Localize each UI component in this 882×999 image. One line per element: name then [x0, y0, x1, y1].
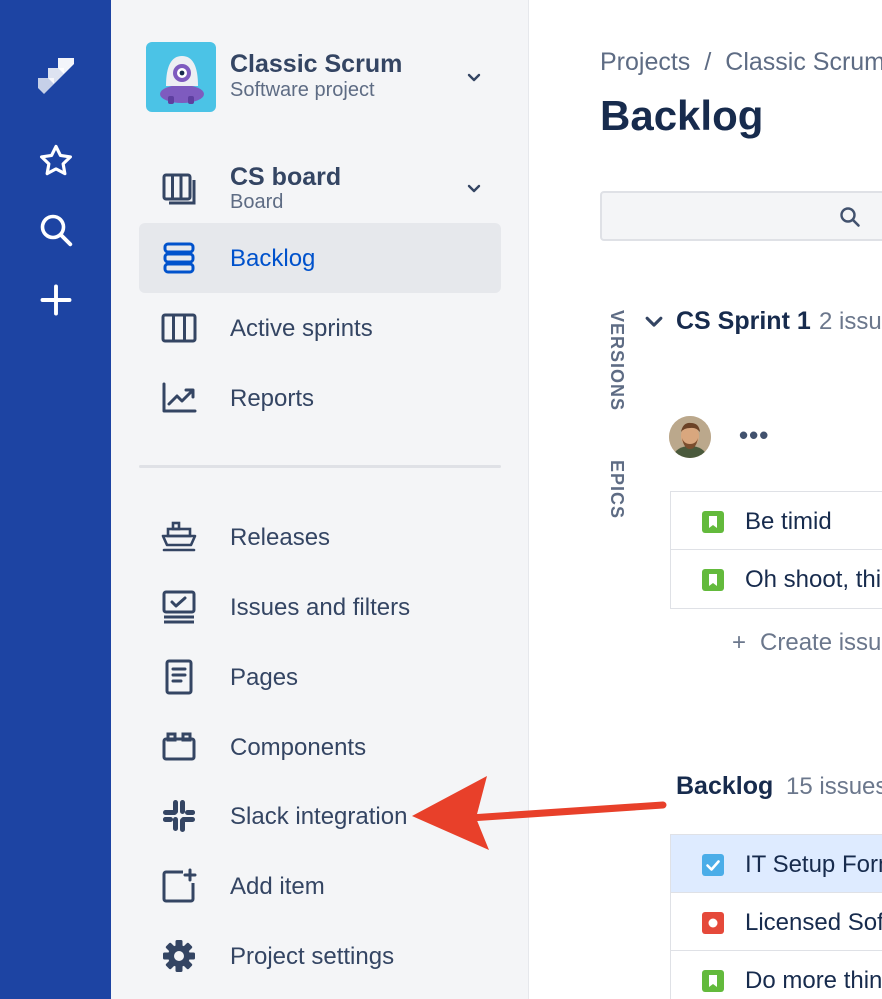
- add-item-icon: [161, 868, 197, 904]
- search-icon: [838, 205, 862, 229]
- page-title: Backlog: [600, 92, 764, 139]
- sidebar-item-label: Project settings: [230, 943, 395, 970]
- sprint-issue-count: 2 issu: [819, 308, 882, 335]
- project-avatar[interactable]: [146, 42, 216, 112]
- create-issue-label: Create issu: [760, 629, 882, 656]
- sidebar-item-label: Slack integration: [230, 803, 408, 830]
- sidebar-item-project-settings[interactable]: Project settings: [139, 921, 501, 991]
- sidebar-item-add-item[interactable]: Add item: [139, 851, 501, 921]
- search-icon[interactable]: [28, 202, 84, 258]
- sidebar-item-label: Issues and filters: [230, 594, 411, 621]
- sidebar-item-label: Reports: [230, 385, 315, 412]
- components-icon: [161, 729, 197, 765]
- table-row[interactable]: Licensed Sof: [671, 893, 882, 951]
- breadcrumb-projects[interactable]: Projects: [600, 48, 690, 76]
- table-row[interactable]: Oh shoot, thi: [671, 550, 882, 608]
- tab-versions[interactable]: VERSIONS: [606, 310, 627, 411]
- reports-icon: [161, 380, 197, 416]
- table-row[interactable]: Do more thin: [671, 951, 882, 999]
- search-input[interactable]: [600, 191, 882, 241]
- backlog-issue-list: IT Setup Form Licensed Sof Do more thin: [670, 834, 882, 999]
- breadcrumb-separator: /: [704, 48, 712, 76]
- backlog-issue-count: 15 issues: [786, 773, 882, 800]
- settings-icon: [161, 938, 197, 974]
- backlog-icon: [161, 240, 197, 276]
- star-icon[interactable]: [28, 133, 84, 189]
- sidebar-item-label: Components: [230, 734, 367, 761]
- sidebar-item-label: Add item: [230, 873, 325, 900]
- issue-title: IT Setup Form: [745, 851, 882, 878]
- chevron-down-icon[interactable]: [462, 176, 486, 200]
- issue-title: Oh shoot, thi: [745, 566, 882, 593]
- backlog-section-title: Backlog: [676, 772, 774, 800]
- create-issue-button[interactable]: + Create issu: [732, 629, 881, 657]
- chevron-down-icon[interactable]: [462, 65, 486, 89]
- active-sprints-icon: [161, 310, 197, 346]
- sprint-name[interactable]: CS Sprint 1: [676, 307, 811, 336]
- sidebar-item-label: Backlog: [230, 245, 316, 272]
- sidebar-item-reports[interactable]: Reports: [139, 363, 501, 433]
- task-icon: [702, 854, 724, 876]
- sidebar-item-pages[interactable]: Pages: [139, 642, 501, 712]
- issue-title: Licensed Sof: [745, 909, 882, 936]
- sidebar-item-label: Active sprints: [230, 315, 373, 342]
- board-icon: [161, 170, 197, 206]
- table-row[interactable]: IT Setup Form: [671, 835, 882, 893]
- story-icon: [702, 511, 724, 533]
- sidebar-item-active-sprints[interactable]: Active sprints: [139, 293, 501, 363]
- board-title: CS board: [230, 163, 342, 191]
- issues-filters-icon: [161, 589, 197, 625]
- project-type: Software project: [230, 79, 375, 101]
- sidebar-item-components[interactable]: Components: [139, 712, 501, 782]
- project-sidebar: Classic Scrum Software project CS board …: [111, 0, 529, 999]
- sidebar-item-backlog[interactable]: Backlog: [139, 223, 501, 293]
- breadcrumb-project[interactable]: Classic Scrum: [725, 48, 882, 76]
- plus-icon[interactable]: [28, 272, 84, 328]
- board-switcher[interactable]: CS board Board: [139, 158, 501, 218]
- sprint-issue-list: Be timid Oh shoot, thi: [670, 491, 882, 609]
- bug-icon: [702, 912, 724, 934]
- sidebar-item-label: Releases: [230, 524, 331, 551]
- jira-logo-icon[interactable]: [28, 48, 84, 104]
- story-icon: [702, 569, 724, 591]
- sidebar-item-releases[interactable]: Releases: [139, 502, 501, 572]
- slack-icon: [161, 798, 197, 834]
- story-icon: [702, 970, 724, 992]
- chevron-down-icon[interactable]: [643, 310, 665, 332]
- tab-epics[interactable]: EPICS: [606, 460, 627, 519]
- global-navigation: [0, 0, 111, 999]
- plus-icon: +: [732, 629, 747, 656]
- sidebar-divider: [139, 465, 501, 468]
- issue-title: Do more thin: [745, 967, 882, 994]
- pages-icon: [161, 659, 197, 695]
- issue-title: Be timid: [745, 508, 832, 535]
- avatar[interactable]: [669, 416, 711, 458]
- sidebar-item-label: Pages: [230, 664, 299, 691]
- sidebar-item-issues-filters[interactable]: Issues and filters: [139, 572, 501, 642]
- board-subtitle: Board: [230, 191, 284, 213]
- project-name[interactable]: Classic Scrum: [230, 50, 402, 79]
- table-row[interactable]: Be timid: [671, 492, 882, 550]
- breadcrumb: Projects / Classic Scrum: [600, 48, 882, 77]
- more-actions-button[interactable]: •••: [739, 420, 769, 451]
- main-content: Projects / Classic Scrum Backlog VERSIONS …: [529, 0, 882, 999]
- releases-icon: [161, 519, 197, 555]
- sidebar-item-slack-integration[interactable]: Slack integration: [139, 781, 501, 851]
